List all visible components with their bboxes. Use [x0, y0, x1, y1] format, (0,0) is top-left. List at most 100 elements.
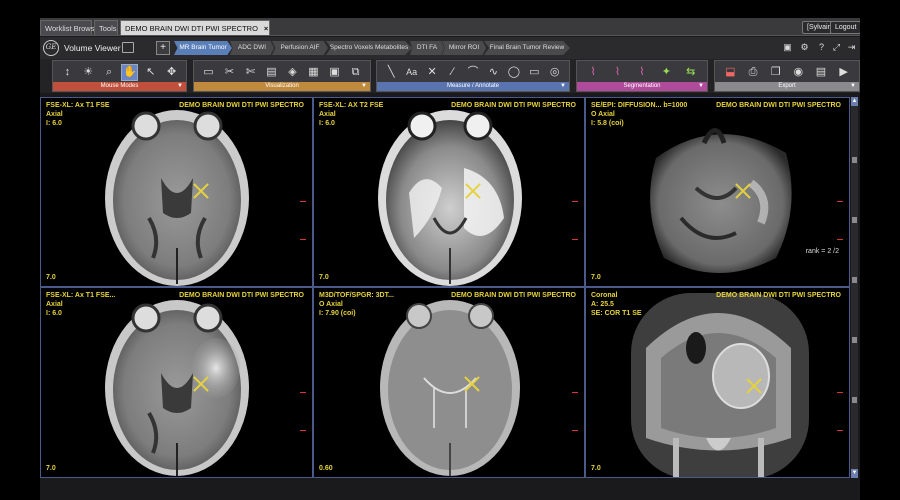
crosshair-cursor[interactable] [465, 183, 481, 199]
circle-roi-icon[interactable]: ◎ [547, 65, 562, 80]
crosshair-cursor[interactable] [735, 183, 751, 199]
curve-icon[interactable]: ∿ [486, 65, 501, 80]
add-protocol-button[interactable]: + [156, 41, 170, 55]
export-label[interactable]: Export ▼ [715, 82, 859, 91]
viewport-info-topleft: SE/EPI: DIFFUSION... b=1000 O Axial I: 5.8… [591, 101, 687, 128]
tab-perfusion-aif[interactable]: Perfusion AIF [272, 41, 328, 55]
viewport-info-topleft: FSE-XL: AX T2 FSE Axial I: 6.0 [319, 101, 383, 128]
scroll-down-icon[interactable]: ▼ [851, 469, 858, 478]
overlay-icon[interactable]: ⧉ [348, 65, 363, 80]
viewer-title: Volume Viewer [64, 43, 121, 53]
crosshair-cursor[interactable] [464, 376, 480, 392]
scroll-marker[interactable] [852, 337, 857, 343]
pointer-icon[interactable]: ↖ [143, 65, 158, 80]
angle-icon[interactable]: ⌒ [465, 65, 480, 80]
tab-spectro-voxels[interactable]: Spectro Voxels Metabolites [326, 41, 412, 55]
stack-icon[interactable]: ▤ [264, 65, 279, 80]
move-icon[interactable]: ✥ [164, 65, 179, 80]
visualization-label[interactable]: Visualization ▼ [194, 82, 370, 91]
viewport-ax-t1[interactable]: FSE-XL: Ax T1 FSE Axial I: 6.0 DEMO BRAIN … [40, 97, 313, 287]
segmentation-label[interactable]: Segmentation ▼ [577, 82, 707, 91]
export-series-icon[interactable]: ⬓ [723, 65, 738, 80]
segment-link-icon[interactable]: ⇆ [683, 65, 698, 80]
tab-final-review[interactable]: Final Brain Tumor Review [484, 41, 570, 55]
segment-region-icon[interactable]: ✦ [659, 65, 674, 80]
crosshair-cursor[interactable] [746, 378, 762, 394]
scale-tick [572, 239, 578, 240]
pan-vertical-icon[interactable]: ↕ [60, 65, 75, 80]
scale-tick [837, 391, 843, 393]
scissors-icon[interactable]: ✄ [243, 65, 258, 80]
segment-brush-icon[interactable]: ⌇ [634, 65, 649, 80]
scale-tick [300, 391, 306, 393]
viewer-settings-icon[interactable] [122, 42, 134, 53]
ellipse-roi-icon[interactable]: ◯ [506, 65, 521, 80]
segment-curve-icon[interactable]: ⌇ [586, 65, 601, 80]
scroll-marker[interactable] [852, 157, 857, 163]
study-label: DEMO BRAIN DWI DTI PWI SPECTRO [716, 292, 841, 299]
study-label: DEMO BRAIN DWI DTI PWI SPECTRO [716, 102, 841, 109]
series-label: M3D/TOF/SPGR: 3DT... [319, 292, 394, 299]
viewport-tof-spgr[interactable]: M3D/TOF/SPGR: 3DT... O Axial I: 7.90 (coi)… [313, 287, 585, 478]
scroll-up-icon[interactable]: ▲ [851, 97, 858, 106]
text-annotation-icon[interactable]: Aa [404, 65, 419, 80]
scale-tick [837, 201, 843, 203]
scale-tick [572, 201, 578, 203]
group-label: Mouse Modes [100, 83, 139, 89]
tab-mirror-roi[interactable]: Mirror ROI [442, 41, 486, 55]
line-icon[interactable]: ╲ [384, 65, 399, 80]
tab-worklist-browser[interactable]: Worklist Browser [40, 20, 101, 35]
zoom-icon[interactable]: ⌕ [102, 65, 117, 80]
viewport-scrollbar[interactable]: ▲ ▼ [851, 97, 858, 478]
viewport-coronal[interactable]: Coronal A: 25.5 SE: COR T1 SE DEMO BRAIN D… [585, 287, 850, 478]
pan-icon[interactable]: ✋ [121, 63, 139, 81]
exit-icon[interactable]: ⇥ [846, 42, 857, 53]
series-label: SE/EPI: DIFFUSION... b=1000 [591, 102, 688, 109]
cut-icon[interactable]: ✂ [222, 65, 237, 80]
tab-dti-fa[interactable]: DTI FA [410, 41, 444, 55]
camera-icon[interactable]: ◉ [791, 65, 806, 80]
help-icon[interactable]: ? [816, 42, 827, 53]
measure-annotate-label[interactable]: Measure / Annotate ▼ [377, 82, 569, 91]
rect-roi-icon[interactable]: ▭ [527, 65, 542, 80]
viewport-grid: FSE-XL: Ax T1 FSE Axial I: 6.0 DEMO BRAIN … [40, 97, 850, 478]
gear-icon[interactable]: ⚙ [799, 42, 810, 53]
brightness-icon[interactable]: ☀ [81, 65, 96, 80]
segment-line-icon[interactable]: ⌇ [610, 65, 625, 80]
mouse-modes-group: ↕ ☀ ⌕ ✋ ↖ ✥ Mouse Modes ▼ [52, 60, 187, 92]
index-label: SE: COR T1 SE [591, 310, 642, 317]
frame-icon[interactable]: ▣ [327, 65, 342, 80]
logout-button[interactable]: Logout [830, 21, 860, 34]
cross-measure-icon[interactable]: ✕ [425, 65, 440, 80]
fullscreen-icon[interactable]: ⤢ [831, 42, 842, 53]
scroll-marker[interactable] [852, 217, 857, 223]
dropdown-arrow-icon: ▼ [177, 83, 183, 89]
close-icon[interactable]: × [264, 24, 268, 33]
tab-tools[interactable]: Tools [94, 20, 118, 35]
copy-icon[interactable]: ❐ [768, 65, 783, 80]
scroll-marker[interactable] [852, 397, 857, 403]
tab-adc-dwi[interactable]: ADC DWI [230, 41, 274, 55]
crosshair-cursor[interactable] [193, 183, 209, 199]
scroll-marker[interactable] [852, 277, 857, 283]
layout-icon[interactable]: ▦ [306, 65, 321, 80]
plane-label: Axial [46, 111, 63, 118]
application-window: Worklist Browser Tools DEMO BRAIN DWI DT… [40, 18, 860, 500]
viewport-ax-t1-contrast[interactable]: FSE-XL: Ax T1 FSE... Axial I: 6.0 DEMO BRA… [40, 287, 313, 478]
crosshair-cursor[interactable] [193, 376, 209, 392]
movie-icon[interactable]: ▶ [836, 65, 851, 80]
tab-study[interactable]: DEMO BRAIN DWI DTI PWI SPECTRO × [120, 20, 270, 35]
report-icon[interactable]: ▤ [813, 65, 828, 80]
viewport-ax-t2[interactable]: FSE-XL: AX T2 FSE Axial I: 6.0 DEMO BRAIN … [313, 97, 585, 287]
mouse-modes-label[interactable]: Mouse Modes ▼ [53, 82, 186, 91]
tab-mr-brain-tumor[interactable]: MR Brain Tumor [174, 41, 232, 55]
print-icon[interactable]: ⎙ [745, 65, 760, 80]
monitor-icon[interactable]: ▣ [782, 42, 793, 53]
scale-tick [837, 239, 843, 240]
screen-icon[interactable]: ▭ [201, 65, 216, 80]
ruler-icon[interactable]: ∕ [445, 65, 460, 80]
scale-tick [300, 239, 306, 240]
volume-icon[interactable]: ◈ [285, 65, 300, 80]
viewport-diffusion[interactable]: SE/EPI: DIFFUSION... b=1000 O Axial I: 5.8… [585, 97, 850, 287]
ge-logo: GE [43, 40, 59, 56]
